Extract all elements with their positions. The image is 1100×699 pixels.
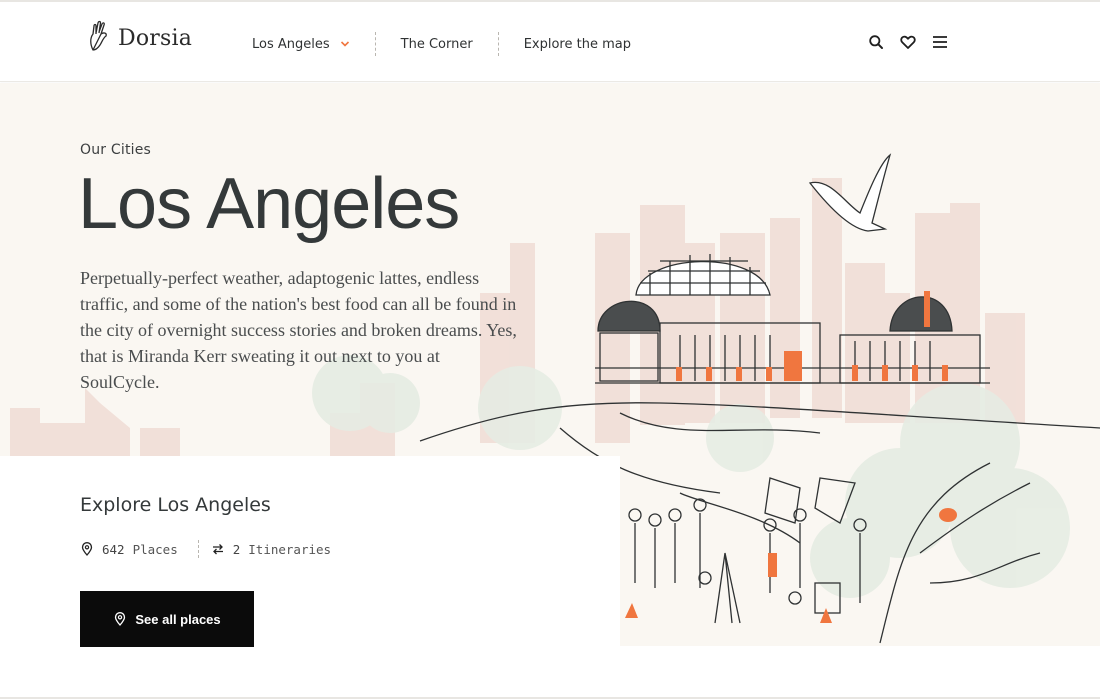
header-actions bbox=[868, 34, 948, 50]
city-intro: Perpetually-perfect weather, adaptogenic… bbox=[80, 268, 517, 392]
hero-eyebrow: Our Cities bbox=[80, 142, 152, 158]
itineraries-stat: 2 Itineraries bbox=[211, 542, 331, 557]
hand-logo-icon bbox=[90, 20, 107, 51]
nav-link-label: Explore the map bbox=[523, 36, 631, 52]
page-title: Los Angeles bbox=[78, 164, 460, 244]
city-selector-label: Los Angeles bbox=[252, 36, 330, 52]
nav-divider bbox=[374, 32, 376, 56]
city-selector[interactable]: Los Angeles bbox=[252, 37, 350, 52]
stat-divider bbox=[197, 540, 199, 558]
itineraries-count: 2 bbox=[232, 541, 241, 557]
explore-title: Explore Los Angeles bbox=[80, 494, 271, 516]
main-nav: Los Angeles The Corner Explore the map bbox=[252, 32, 631, 56]
places-stat: 642 Places bbox=[80, 542, 178, 557]
map-pin-icon bbox=[115, 612, 126, 626]
explore-card: Explore Los Angeles 642 Places 2 Itinera… bbox=[0, 456, 620, 699]
nav-divider bbox=[497, 32, 499, 56]
see-all-places-label: See all places bbox=[135, 611, 221, 627]
places-label: Places bbox=[132, 541, 178, 557]
hamburger-menu-icon[interactable] bbox=[932, 34, 948, 50]
nav-link-label: The Corner bbox=[400, 36, 473, 52]
explore-stats: 642 Places 2 Itineraries bbox=[80, 540, 331, 558]
places-count: 642 bbox=[102, 541, 125, 557]
brand-logo[interactable]: Dorsia bbox=[88, 20, 192, 56]
brand-name: Dorsia bbox=[118, 25, 193, 51]
map-pin-icon bbox=[81, 542, 93, 556]
see-all-places-button[interactable]: See all places bbox=[80, 591, 254, 647]
site-header: Dorsia Los Angeles The Corner Explore th… bbox=[0, 0, 1100, 82]
nav-link-the-corner[interactable]: The Corner bbox=[401, 37, 473, 52]
itineraries-label: Itineraries bbox=[248, 541, 332, 557]
heart-icon[interactable] bbox=[900, 34, 916, 50]
nav-link-explore-map[interactable]: Explore the map bbox=[524, 37, 631, 52]
repeat-arrows-icon bbox=[212, 544, 223, 555]
chevron-down-icon bbox=[340, 41, 349, 47]
search-icon[interactable] bbox=[868, 34, 884, 50]
